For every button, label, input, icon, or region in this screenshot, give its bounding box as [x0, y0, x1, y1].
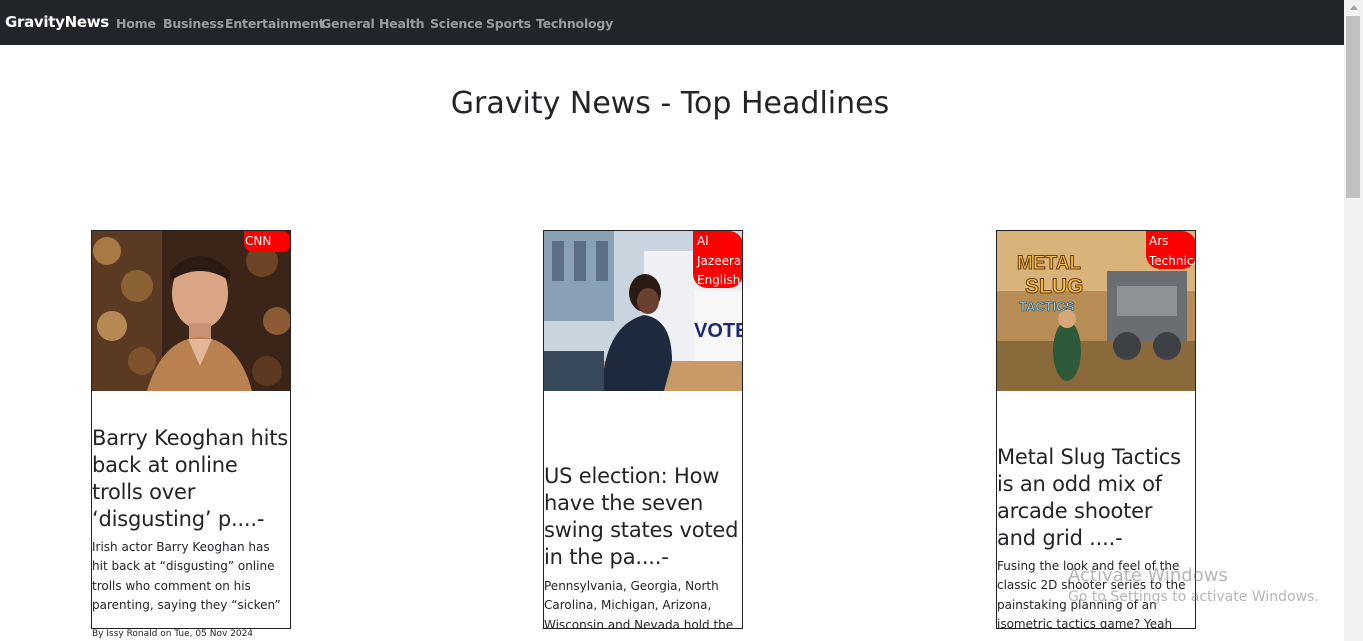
page-title: Gravity News - Top Headlines — [450, 86, 890, 121]
news-card-1[interactable]: CNN Barry Keoghan hits back at online tr… — [91, 230, 291, 629]
game-logo-text-2: SLUG — [1025, 275, 1083, 298]
news-card-image[interactable] — [92, 231, 290, 391]
page-scrollbar[interactable] — [1344, 0, 1363, 641]
vote-sign-text: VOTE — [694, 320, 743, 342]
nav-link-technology[interactable]: Technology — [536, 16, 613, 31]
news-card-title[interactable]: Barry Keoghan hits back at online trolls… — [92, 425, 290, 533]
navbar: GravityNews Home Business Entertainment … — [0, 0, 1344, 45]
nav-link-general[interactable]: General — [321, 16, 375, 31]
activate-windows-subtitle: Go to Settings to activate Windows. — [1068, 589, 1319, 605]
nav-link-health[interactable]: Health — [379, 16, 425, 31]
nav-link-entertainment[interactable]: Entertainment — [225, 16, 325, 31]
source-badge: Al Jazeera English — [693, 231, 742, 288]
nav-link-science[interactable]: Science — [430, 16, 483, 31]
source-badge: CNN — [244, 231, 290, 252]
news-card-2[interactable]: VOTE Al Jazeera English US election: How… — [543, 230, 743, 629]
news-card-description: Pennsylvania, Georgia, North Carolina, M… — [544, 579, 734, 629]
scroll-up-arrow-icon[interactable] — [1350, 5, 1358, 10]
source-badge: Ars Technica — [1146, 231, 1195, 269]
activate-windows-title: Activate Windows — [1068, 565, 1228, 586]
brand-logo[interactable]: GravityNews — [5, 13, 109, 31]
game-logo-text-1: METAL — [1017, 253, 1081, 274]
news-card-description: Irish actor Barry Keoghan has hit back a… — [92, 540, 281, 612]
news-card-title[interactable]: Metal Slug Tactics is an odd mix of arca… — [997, 444, 1195, 552]
news-card-byline: By Issy Ronald on Tue, 05 Nov 2024 — [92, 629, 254, 639]
news-card-title[interactable]: US election: How have the seven swing st… — [544, 463, 742, 571]
nav-link-business[interactable]: Business — [163, 16, 224, 31]
nav-link-home[interactable]: Home — [116, 16, 156, 31]
scroll-thumb[interactable] — [1346, 16, 1360, 198]
nav-link-sports[interactable]: Sports — [486, 16, 531, 31]
